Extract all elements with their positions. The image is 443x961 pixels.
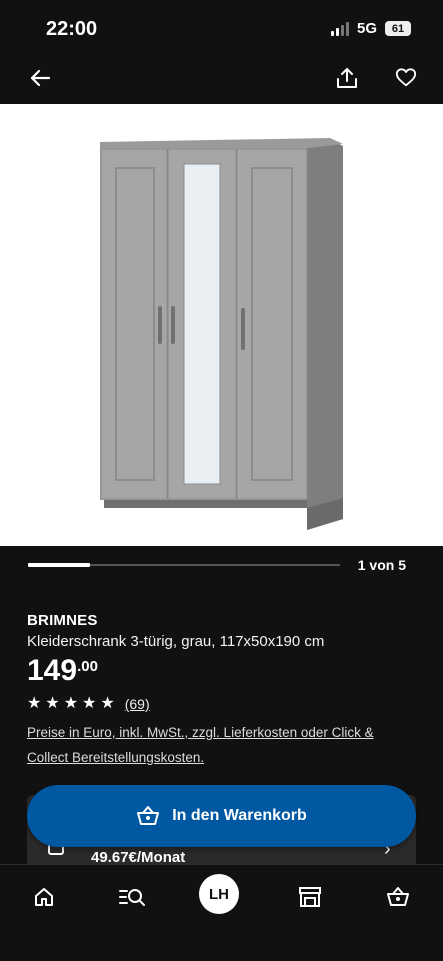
status-time: 22:00 [46, 18, 98, 40]
price-integer: 149 [27, 654, 78, 687]
tab-home[interactable] [22, 877, 66, 917]
star-icon: ★ [63, 695, 79, 712]
tab-basket[interactable] [376, 877, 420, 917]
share-icon [337, 68, 357, 88]
network-label: 5G [356, 20, 377, 37]
tab-search[interactable] [110, 877, 154, 917]
bottom-tab-bar: LH [0, 864, 443, 961]
rating-count-link[interactable]: (69) [125, 696, 150, 712]
home-icon [35, 888, 53, 906]
product-image[interactable] [0, 104, 443, 546]
wardrobe-image [100, 138, 343, 530]
product-brand: BRIMNES [27, 612, 98, 629]
gallery-progress-fill [28, 563, 90, 567]
profile-avatar[interactable]: LH [199, 874, 239, 914]
star-icon: ★ [100, 695, 115, 712]
share-button[interactable] [329, 60, 365, 96]
heart-icon [395, 68, 417, 87]
star-icon: ★ [45, 695, 60, 712]
status-indicators: 5G 61 [330, 20, 411, 37]
signal-icon [330, 21, 349, 36]
price-decimal: .00 [77, 658, 98, 675]
basket-icon [137, 806, 160, 825]
add-to-cart-label: In den Warenkorb [172, 807, 307, 824]
search-list-icon [119, 889, 145, 906]
star-icon: ★ [27, 695, 42, 712]
product-description: Kleiderschrank 3-türig, grau, 117x50x190… [27, 633, 325, 650]
gallery-counter: 1 von 5 [357, 557, 406, 573]
battery-icon: 61 [385, 21, 411, 36]
basket-icon [387, 887, 409, 906]
tab-store[interactable] [288, 877, 332, 917]
price-legal-link[interactable]: Preise in Euro, inkl. MwSt., zzgl. Liefe… [27, 720, 417, 770]
product-rating[interactable]: ★ ★ ★ ★ ★ (69) [27, 695, 150, 713]
add-to-cart-button[interactable]: In den Warenkorb [27, 785, 416, 847]
store-icon [299, 887, 321, 907]
favorite-button[interactable] [388, 60, 424, 96]
star-icon: ★ [82, 695, 97, 712]
arrow-left-icon [30, 69, 51, 87]
product-price: 149 .00 [27, 655, 98, 687]
back-button[interactable] [22, 60, 58, 96]
